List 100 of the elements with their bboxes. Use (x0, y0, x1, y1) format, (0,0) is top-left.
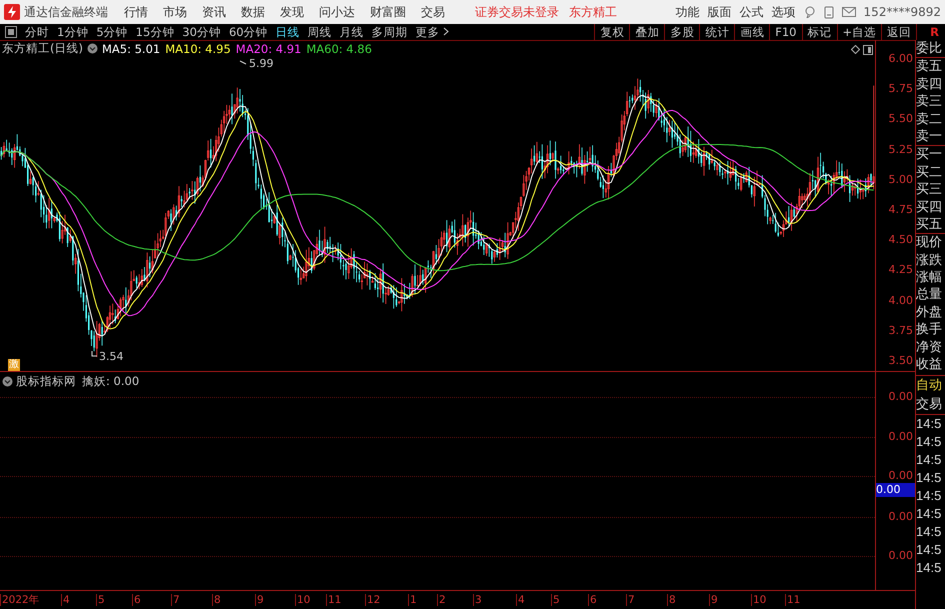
quote-label: 卖五 (916, 58, 943, 76)
indicator-axis-label: 0.00 (888, 470, 913, 482)
trade-time: 14:5 (916, 541, 942, 560)
caret-circle-icon[interactable] (2, 376, 13, 387)
date-axis-label: 2022年 (0, 594, 40, 606)
date-axis-label: 8 (667, 594, 676, 606)
date-axis-label: 5 (551, 594, 560, 606)
quote-label: 买五 (916, 216, 945, 234)
menu-item[interactable]: 财富圈 (370, 4, 406, 20)
menu-item[interactable]: 公式 (740, 4, 764, 20)
trade-label: 交易 (916, 395, 945, 416)
menu-item[interactable]: 选项 (772, 4, 796, 20)
quote-label: 卖一 (916, 128, 945, 146)
ma-value: MA60: 4.86 (306, 42, 372, 56)
price-axis-label: 3.50 (888, 355, 913, 367)
period-tab[interactable]: 更多 (412, 24, 453, 40)
toolbar-button[interactable]: 统计 (699, 24, 734, 40)
quote-label: 收益 (916, 356, 943, 374)
toolbar-button[interactable]: 标记 (802, 24, 836, 40)
period-tab[interactable]: 月线 (336, 24, 368, 40)
ma-value: MA10: 4.95 (165, 42, 231, 56)
chevron-right-icon[interactable] (442, 27, 449, 36)
trade-time: 14:5 (916, 433, 942, 452)
trade-time: 14:5 (916, 559, 942, 578)
date-axis-label: 6 (588, 594, 597, 606)
price-axis-label: 5.00 (888, 174, 913, 186)
quote-label: 换手 (916, 321, 943, 339)
menu-item[interactable]: 功能 (676, 4, 700, 20)
trade-time: 14:5 (916, 469, 942, 488)
stock-name: 东方精工 (569, 4, 617, 20)
date-axis-label: 3 (473, 594, 482, 606)
trade-time: 14:5 (916, 451, 942, 470)
toolbar-button[interactable]: 画线 (734, 24, 770, 40)
toolbar-button[interactable]: 叠加 (629, 24, 664, 40)
menu-item[interactable]: 行情 (124, 4, 148, 20)
quote-label: 卖四 (916, 76, 943, 94)
leader-line (92, 350, 98, 356)
date-axis-label: 10 (751, 594, 766, 606)
price-axis-label: 4.25 (888, 264, 913, 276)
quote-label: 卖三 (916, 93, 943, 111)
panel-toggle-icon[interactable] (5, 26, 17, 38)
menu-item[interactable]: 资讯 (202, 4, 226, 20)
indicator-axis-label: 0.00 (888, 391, 913, 403)
date-axis-label: 7 (171, 594, 180, 606)
price-axis-label: 5.25 (888, 144, 913, 156)
date-axis-label: 9 (255, 594, 264, 606)
quote-label: 卖二 (916, 110, 943, 128)
date-axis-label: 9 (709, 594, 718, 606)
cursor-value-label: 0.00 (876, 483, 915, 497)
date-axis-label: 12 (365, 594, 380, 606)
quote-label: 买四 (916, 198, 943, 216)
period-tab[interactable]: 日线 (272, 24, 304, 40)
account-number: 152****9892 (864, 5, 941, 19)
date-axis-label: 8 (212, 594, 221, 606)
ma-value: MA5: 5.01 (102, 42, 160, 56)
chat-icon[interactable] (804, 6, 816, 18)
menu-item[interactable]: 发现 (280, 4, 304, 20)
date-axis-label: 11 (326, 594, 342, 606)
quote-label: 现价 (916, 234, 943, 252)
period-tab[interactable]: 1分钟 (53, 24, 92, 40)
period-tab[interactable]: 分时 (21, 24, 53, 40)
date-axis-label: 6 (132, 594, 141, 606)
period-tab[interactable]: 周线 (304, 24, 336, 40)
indicator-axis-label: 0.00 (888, 431, 913, 443)
toolbar-button[interactable]: 多股 (664, 24, 700, 40)
menu-item[interactable]: 问小达 (319, 4, 355, 20)
login-status: 证券交易未登录 (475, 4, 559, 20)
menu-item[interactable]: 交易 (421, 4, 445, 20)
price-axis-label: 4.75 (888, 204, 913, 216)
quote-label: 买一 (916, 146, 943, 164)
phone-icon[interactable] (824, 6, 834, 18)
low-price-label: 3.54 (99, 351, 124, 363)
diamond-icon[interactable] (851, 45, 860, 54)
date-axis-label: 11 (785, 594, 800, 606)
auto-label: 自动 (916, 375, 945, 396)
caret-circle-icon[interactable] (86, 43, 98, 54)
quote-label: 委比 (916, 40, 945, 58)
panel-toggle-icon[interactable] (863, 45, 873, 55)
toolbar-button[interactable]: +自选 (836, 24, 882, 40)
trade-time: 14:5 (916, 487, 942, 506)
toolbar-button[interactable]: F10 (769, 24, 802, 40)
period-tab[interactable]: 5分钟 (92, 24, 132, 40)
quote-label: 涨跌 (916, 252, 943, 270)
trade-time: 14:5 (916, 523, 942, 542)
indicator-axis-label: 0.00 (888, 511, 913, 523)
period-tab[interactable]: 30分钟 (178, 24, 225, 40)
envelope-icon[interactable] (842, 7, 856, 17)
price-axis-label: 5.50 (888, 113, 913, 126)
menu-item[interactable]: 市场 (163, 4, 187, 20)
toolbar-button[interactable]: 复权 (594, 24, 630, 40)
quote-label: 外盘 (916, 304, 943, 322)
menu-item[interactable]: 数据 (241, 4, 265, 20)
quote-label: 买二 (916, 164, 943, 182)
period-tab[interactable]: 60分钟 (224, 24, 272, 40)
period-tab[interactable]: 多周期 (368, 24, 412, 40)
menu-item[interactable]: 版面 (708, 4, 732, 20)
period-tab[interactable]: 15分钟 (132, 24, 178, 40)
price-axis-label: 4.00 (888, 294, 913, 307)
quote-label: 买三 (916, 181, 943, 199)
date-axis-label: 1 (408, 594, 417, 606)
